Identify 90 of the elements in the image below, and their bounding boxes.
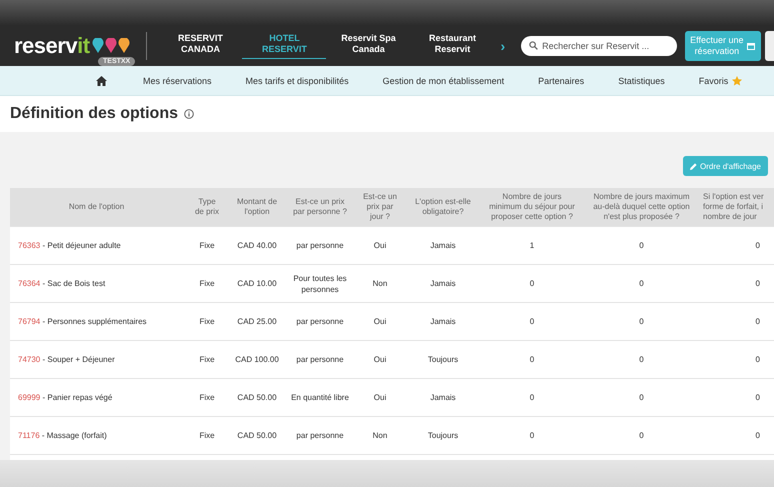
column-header: Est-ce un prix par personne ?: [283, 188, 357, 226]
table-cell: 0: [581, 226, 702, 264]
table-cell: CAD 10.00: [231, 264, 283, 302]
table-cell: 0: [702, 340, 774, 378]
table-cell: Fixe: [183, 226, 231, 264]
nav-tab[interactable]: Reservit Spa Canada: [326, 32, 410, 58]
table-cell: Oui: [357, 340, 403, 378]
menu-item[interactable]: Mes réservations: [143, 76, 212, 86]
table-cell: 0: [581, 340, 702, 378]
menu-item[interactable]: Favoris: [698, 76, 742, 86]
table-cell: 0: [702, 226, 774, 264]
table-cell: Fixe: [183, 264, 231, 302]
table-cell: Jamais: [403, 264, 483, 302]
table-cell: 0: [702, 416, 774, 454]
option-link[interactable]: 71176: [18, 431, 40, 440]
info-icon[interactable]: [184, 109, 194, 119]
table-cell: 0: [483, 340, 581, 378]
table-cell: 0: [702, 302, 774, 340]
table-cell: Jamais: [403, 302, 483, 340]
nav-tab[interactable]: RESERVIT CANADA: [158, 32, 242, 58]
option-name: 69999 - Panier repas végé: [10, 378, 183, 416]
table-cell: Toujours: [403, 416, 483, 454]
option-name: 74730 - Souper + Déjeuner: [10, 340, 183, 378]
option-name: 76363 - Petit déjeuner adulte: [10, 226, 183, 264]
table-cell: CAD 100.00: [231, 340, 283, 378]
page-title: Définition des options: [10, 105, 178, 123]
option-link[interactable]: 76363: [18, 241, 40, 250]
table-cell: Pour toutes les personnes: [283, 264, 357, 302]
column-header: L'option est-elle obligatoire?: [403, 188, 483, 226]
table-cell: 0: [483, 264, 581, 302]
table-cell: Non: [357, 264, 403, 302]
column-header: Nombre de jours maximum au-delà duquel cette option n'est plus proposée ?: [581, 188, 702, 226]
table-cell: CAD 25.00: [231, 302, 283, 340]
menu-item[interactable]: Partenaires: [538, 76, 584, 86]
table-cell: CAD 50.00: [231, 378, 283, 416]
nav-tab[interactable]: Restaurant Reservit: [410, 32, 494, 58]
column-header: Est-ce un prix par jour ?: [357, 188, 403, 226]
edge-button[interactable]: [764, 30, 774, 60]
table-cell: Oui: [357, 302, 403, 340]
table-cell: Fixe: [183, 416, 231, 454]
table-cell: par personne: [283, 416, 357, 454]
pencil-icon: [690, 162, 698, 170]
option-link[interactable]: 69999: [18, 393, 40, 402]
reservit-logo[interactable]: reservit: [14, 30, 90, 60]
menu-item[interactable]: Mes tarifs et disponibilités: [246, 76, 349, 86]
table-cell: Jamais: [403, 226, 483, 264]
table-cell: 0: [581, 378, 702, 416]
table-cell: Fixe: [183, 378, 231, 416]
table-cell: Fixe: [183, 302, 231, 340]
option-name: 76364 - Sac de Bois test: [10, 264, 183, 302]
table-cell: 1: [483, 226, 581, 264]
table-cell: 0: [702, 378, 774, 416]
table-cell: 0: [581, 416, 702, 454]
column-header: Nombre de jours minimum du séjour pour proposer cette option ?: [483, 188, 581, 226]
option-link[interactable]: 76794: [18, 317, 40, 326]
calendar-icon: [746, 42, 755, 50]
option-name: 71176 - Massage (forfait): [10, 416, 183, 454]
table-cell: Toujours: [403, 340, 483, 378]
column-header: Type de prix: [183, 188, 231, 226]
menu-item[interactable]: Gestion de mon établissement: [382, 76, 504, 86]
option-name: 76794 - Personnes supplémentaires: [10, 302, 183, 340]
column-header: Nom de l'option: [10, 188, 183, 226]
table-cell: 0: [702, 264, 774, 302]
table-cell: 0: [581, 264, 702, 302]
table-cell: 0: [483, 378, 581, 416]
table-cell: En quantité libre: [283, 378, 357, 416]
table-cell: par personne: [283, 226, 357, 264]
pins-icon: [92, 38, 130, 54]
table-cell: CAD 40.00: [231, 226, 283, 264]
table-cell: CAD 50.00: [231, 416, 283, 454]
nav-tab[interactable]: HOTEL RESERVIT: [242, 32, 326, 58]
table-cell: Oui: [357, 226, 403, 264]
option-link[interactable]: 74730: [18, 355, 40, 364]
menu-item[interactable]: Statistiques: [618, 76, 665, 86]
next-arrow[interactable]: ›: [500, 38, 506, 54]
home-icon[interactable]: [96, 76, 107, 86]
table-cell: 0: [483, 302, 581, 340]
table-cell: par personne: [283, 340, 357, 378]
table-cell: Oui: [357, 378, 403, 416]
table-cell: 0: [581, 302, 702, 340]
column-header: Montant de l'option: [231, 188, 283, 226]
star-icon: [732, 76, 742, 86]
table-cell: Fixe: [183, 340, 231, 378]
column-header: Si l'option est ver forme de forfait, i nombre de jour: [702, 188, 774, 226]
table-cell: par personne: [283, 302, 357, 340]
table-cell: 0: [483, 416, 581, 454]
option-link[interactable]: 76364: [18, 279, 40, 288]
table-cell: Jamais: [403, 378, 483, 416]
table-cell: Non: [357, 416, 403, 454]
search-field[interactable]: Rechercher sur Reservit ...: [521, 36, 678, 56]
